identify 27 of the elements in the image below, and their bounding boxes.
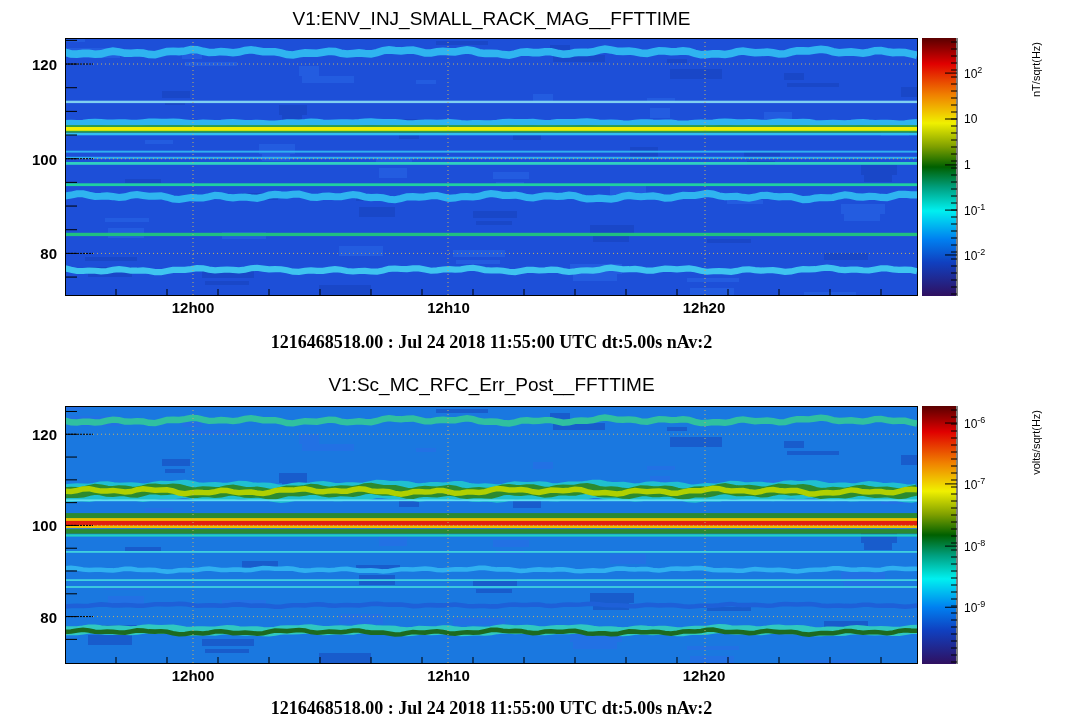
chart-title: V1:ENV_INJ_SMALL_RACK_MAG__FFTTIME <box>292 8 691 30</box>
timestamp-caption: 1216468518.00 : Jul 24 2018 11:55:00 UTC dt:5.00s nAv:2 <box>270 697 713 719</box>
colorbar-tick-label: 10$^{2}$ <box>964 65 983 82</box>
axis-tick-label: 12h10 <box>427 299 470 316</box>
axis-tick-label: 12h00 <box>171 299 215 316</box>
timestamp-caption: 1216468518.00 : Jul 24 2018 11:55:00 UTC dt:5.00s nAv:2 <box>270 332 713 353</box>
axis-tick-label: 100 <box>31 150 57 168</box>
colorbar-tick-label: 10$^{-2}$ <box>964 246 986 263</box>
colorbar-tick-label: 10$^{-1}$ <box>964 202 986 219</box>
axis-tick-label: 12h20 <box>682 299 726 316</box>
colorbar-tick-label: 10$^{-7}$ <box>964 475 986 492</box>
axis-tick-label: 120 <box>31 55 57 73</box>
axis-tick-label: 12h10 <box>427 667 470 684</box>
colorbar-tick-label: 10$^{-9}$ <box>964 599 986 616</box>
colorbar-tick-label: 10 <box>964 112 978 126</box>
chart-title: V1:Sc_MC_RFC_Err_Post__FFTTIME <box>328 373 655 396</box>
axis-tick-label: 120 <box>31 425 57 443</box>
colorbar-tick-label: 10$^{-8}$ <box>964 538 986 555</box>
axis-tick-label: 80 <box>40 608 57 626</box>
colorbar-tick-label: 10$^{-6}$ <box>964 415 986 431</box>
axis-tick-label: 12h00 <box>171 667 215 684</box>
axis-tick-label: 12h20 <box>682 667 726 684</box>
colorbar-unit-label: nT/sqrt(Hz) <box>1030 42 1042 97</box>
axis-tick-label: 80 <box>40 244 57 262</box>
colorbar-unit-label: volts/sqrt(Hz) <box>1030 410 1042 475</box>
axis-tick-label: 100 <box>31 516 57 534</box>
colorbar-tick-label: 1 <box>964 157 971 172</box>
